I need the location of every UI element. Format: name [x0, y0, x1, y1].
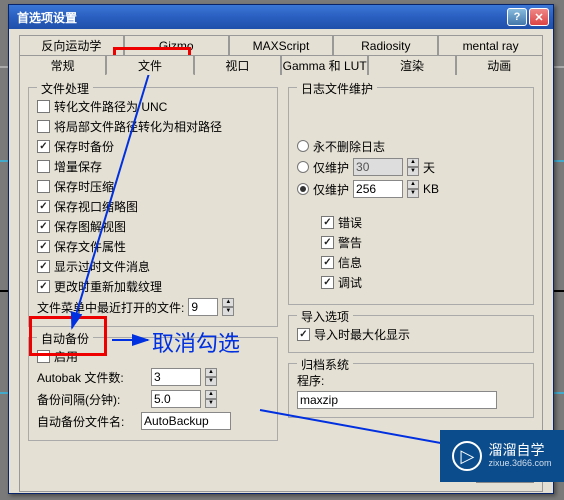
tab-maxscript[interactable]: MAXScript — [229, 35, 334, 55]
radio-kb[interactable] — [297, 183, 309, 195]
input-days — [353, 158, 403, 176]
lbl-thumbnail: 保存视口缩略图 — [54, 198, 138, 215]
group-title-auto-backup: 自动备份 — [37, 330, 93, 347]
tab-render[interactable]: 渲染 — [368, 55, 455, 75]
tab-general[interactable]: 常规 — [19, 55, 106, 75]
radio-days[interactable] — [297, 161, 309, 173]
lbl-interval: 备份间隔(分钟): — [37, 391, 147, 408]
group-auto-backup: 自动备份 启用 Autobak 文件数: ▲▼ 备份间隔(分钟): ▲▼ 自动备… — [28, 337, 278, 441]
chk-autobackup-enable[interactable] — [37, 350, 50, 363]
lbl-backup-save: 保存时备份 — [54, 138, 114, 155]
tab-mentalray[interactable]: mental ray — [438, 35, 543, 55]
lbl-warn: 警告 — [338, 234, 362, 251]
logo-brand: 溜溜自学 — [488, 443, 551, 458]
chk-import-max[interactable] — [297, 328, 310, 341]
lbl-increment: 增量保存 — [54, 158, 102, 175]
tab-anim[interactable]: 动画 — [456, 55, 543, 75]
play-icon: ▷ — [452, 441, 482, 471]
lbl-debug: 调试 — [338, 274, 362, 291]
chk-obsolete[interactable] — [37, 260, 50, 273]
spinner-recent[interactable]: ▲▼ — [222, 298, 234, 316]
chk-compress[interactable] — [37, 180, 50, 193]
group-title-import: 导入选项 — [297, 308, 353, 325]
lbl-info: 信息 — [338, 254, 362, 271]
group-file-handling: 文件处理 转化文件路径为 UNC 将局部文件路径转化为相对路径 保存时备份 增量… — [28, 87, 278, 327]
lbl-never-delete: 永不删除日志 — [313, 138, 385, 155]
lbl-recent: 文件菜单中最近打开的文件: — [37, 299, 184, 316]
tab-viewport[interactable]: 视口 — [194, 55, 281, 75]
lbl-unc: 转化文件路径为 UNC — [54, 98, 167, 115]
chk-debug[interactable] — [321, 276, 334, 289]
lbl-autobackup-enable: 启用 — [54, 348, 78, 365]
dialog-content: 反向运动学 Gizmo MAXScript Radiosity mental r… — [9, 29, 553, 498]
lbl-autobak-files: Autobak 文件数: — [37, 369, 147, 386]
chk-error[interactable] — [321, 216, 334, 229]
spinner-interval[interactable]: ▲▼ — [205, 390, 217, 408]
lbl-kb: 仅维护 — [313, 181, 349, 198]
spinner-days[interactable]: ▲▼ — [407, 158, 419, 176]
input-interval[interactable] — [151, 390, 201, 408]
tab-gamma[interactable]: Gamma 和 LUT — [281, 55, 368, 75]
group-log-maint: 日志文件维护 永不删除日志 仅维护 ▲▼ 天 仅维护 ▲▼ — [288, 87, 534, 305]
lbl-props: 保存文件属性 — [54, 238, 126, 255]
lbl-prog: 程序: — [297, 372, 324, 389]
chk-info[interactable] — [321, 256, 334, 269]
input-recent[interactable] — [188, 298, 218, 316]
lbl-error: 错误 — [338, 214, 362, 231]
dialog-title: 首选项设置 — [13, 9, 505, 26]
lbl-days-unit: 天 — [423, 159, 435, 176]
chk-relative[interactable] — [37, 120, 50, 133]
preferences-dialog: 首选项设置 ? ✕ 反向运动学 Gizmo MAXScript Radiosit… — [8, 4, 554, 494]
spinner-kb[interactable]: ▲▼ — [407, 180, 419, 198]
spinner-autobak-files[interactable]: ▲▼ — [205, 368, 217, 386]
lbl-autobak-name: 自动备份文件名: — [37, 413, 137, 430]
lbl-days: 仅维护 — [313, 159, 349, 176]
input-kb[interactable] — [353, 180, 403, 198]
help-button[interactable]: ? — [507, 8, 527, 26]
lbl-import-max: 导入时最大化显示 — [314, 326, 410, 343]
input-prog[interactable] — [297, 391, 497, 409]
lbl-compress: 保存时压缩 — [54, 178, 114, 195]
group-title-file-handling: 文件处理 — [37, 80, 93, 97]
chk-props[interactable] — [37, 240, 50, 253]
lbl-schematic: 保存图解视图 — [54, 218, 126, 235]
chk-increment[interactable] — [37, 160, 50, 173]
lbl-kb-unit: KB — [423, 182, 439, 196]
watermark-logo: ▷ 溜溜自学 zixue.3d66.com — [440, 430, 564, 482]
titlebar: 首选项设置 ? ✕ — [9, 5, 553, 29]
chk-unc[interactable] — [37, 100, 50, 113]
group-import-opts: 导入选项 导入时最大化显示 — [288, 315, 534, 353]
chk-thumbnail[interactable] — [37, 200, 50, 213]
input-autobak-files[interactable] — [151, 368, 201, 386]
lbl-reload-tex: 更改时重新加载纹理 — [54, 278, 162, 295]
chk-reload-tex[interactable] — [37, 280, 50, 293]
chk-backup-save[interactable] — [37, 140, 50, 153]
close-button[interactable]: ✕ — [529, 8, 549, 26]
lbl-relative: 将局部文件路径转化为相对路径 — [54, 118, 222, 135]
tab-radiosity[interactable]: Radiosity — [333, 35, 438, 55]
input-autobak-name[interactable] — [141, 412, 231, 430]
radio-never-delete[interactable] — [297, 140, 309, 152]
chk-warn[interactable] — [321, 236, 334, 249]
group-archive: 归档系统 程序: — [288, 363, 534, 418]
tab-gizmo[interactable]: Gizmo — [124, 35, 229, 55]
logo-sub: zixue.3d66.com — [488, 459, 551, 469]
group-title-log: 日志文件维护 — [297, 80, 377, 97]
chk-schematic[interactable] — [37, 220, 50, 233]
tab-files[interactable]: 文件 — [106, 55, 193, 75]
lbl-obsolete: 显示过时文件消息 — [54, 258, 150, 275]
group-title-archive: 归档系统 — [297, 356, 353, 373]
tab-ik[interactable]: 反向运动学 — [19, 35, 124, 55]
tab-strip: 反向运动学 Gizmo MAXScript Radiosity mental r… — [19, 35, 543, 75]
